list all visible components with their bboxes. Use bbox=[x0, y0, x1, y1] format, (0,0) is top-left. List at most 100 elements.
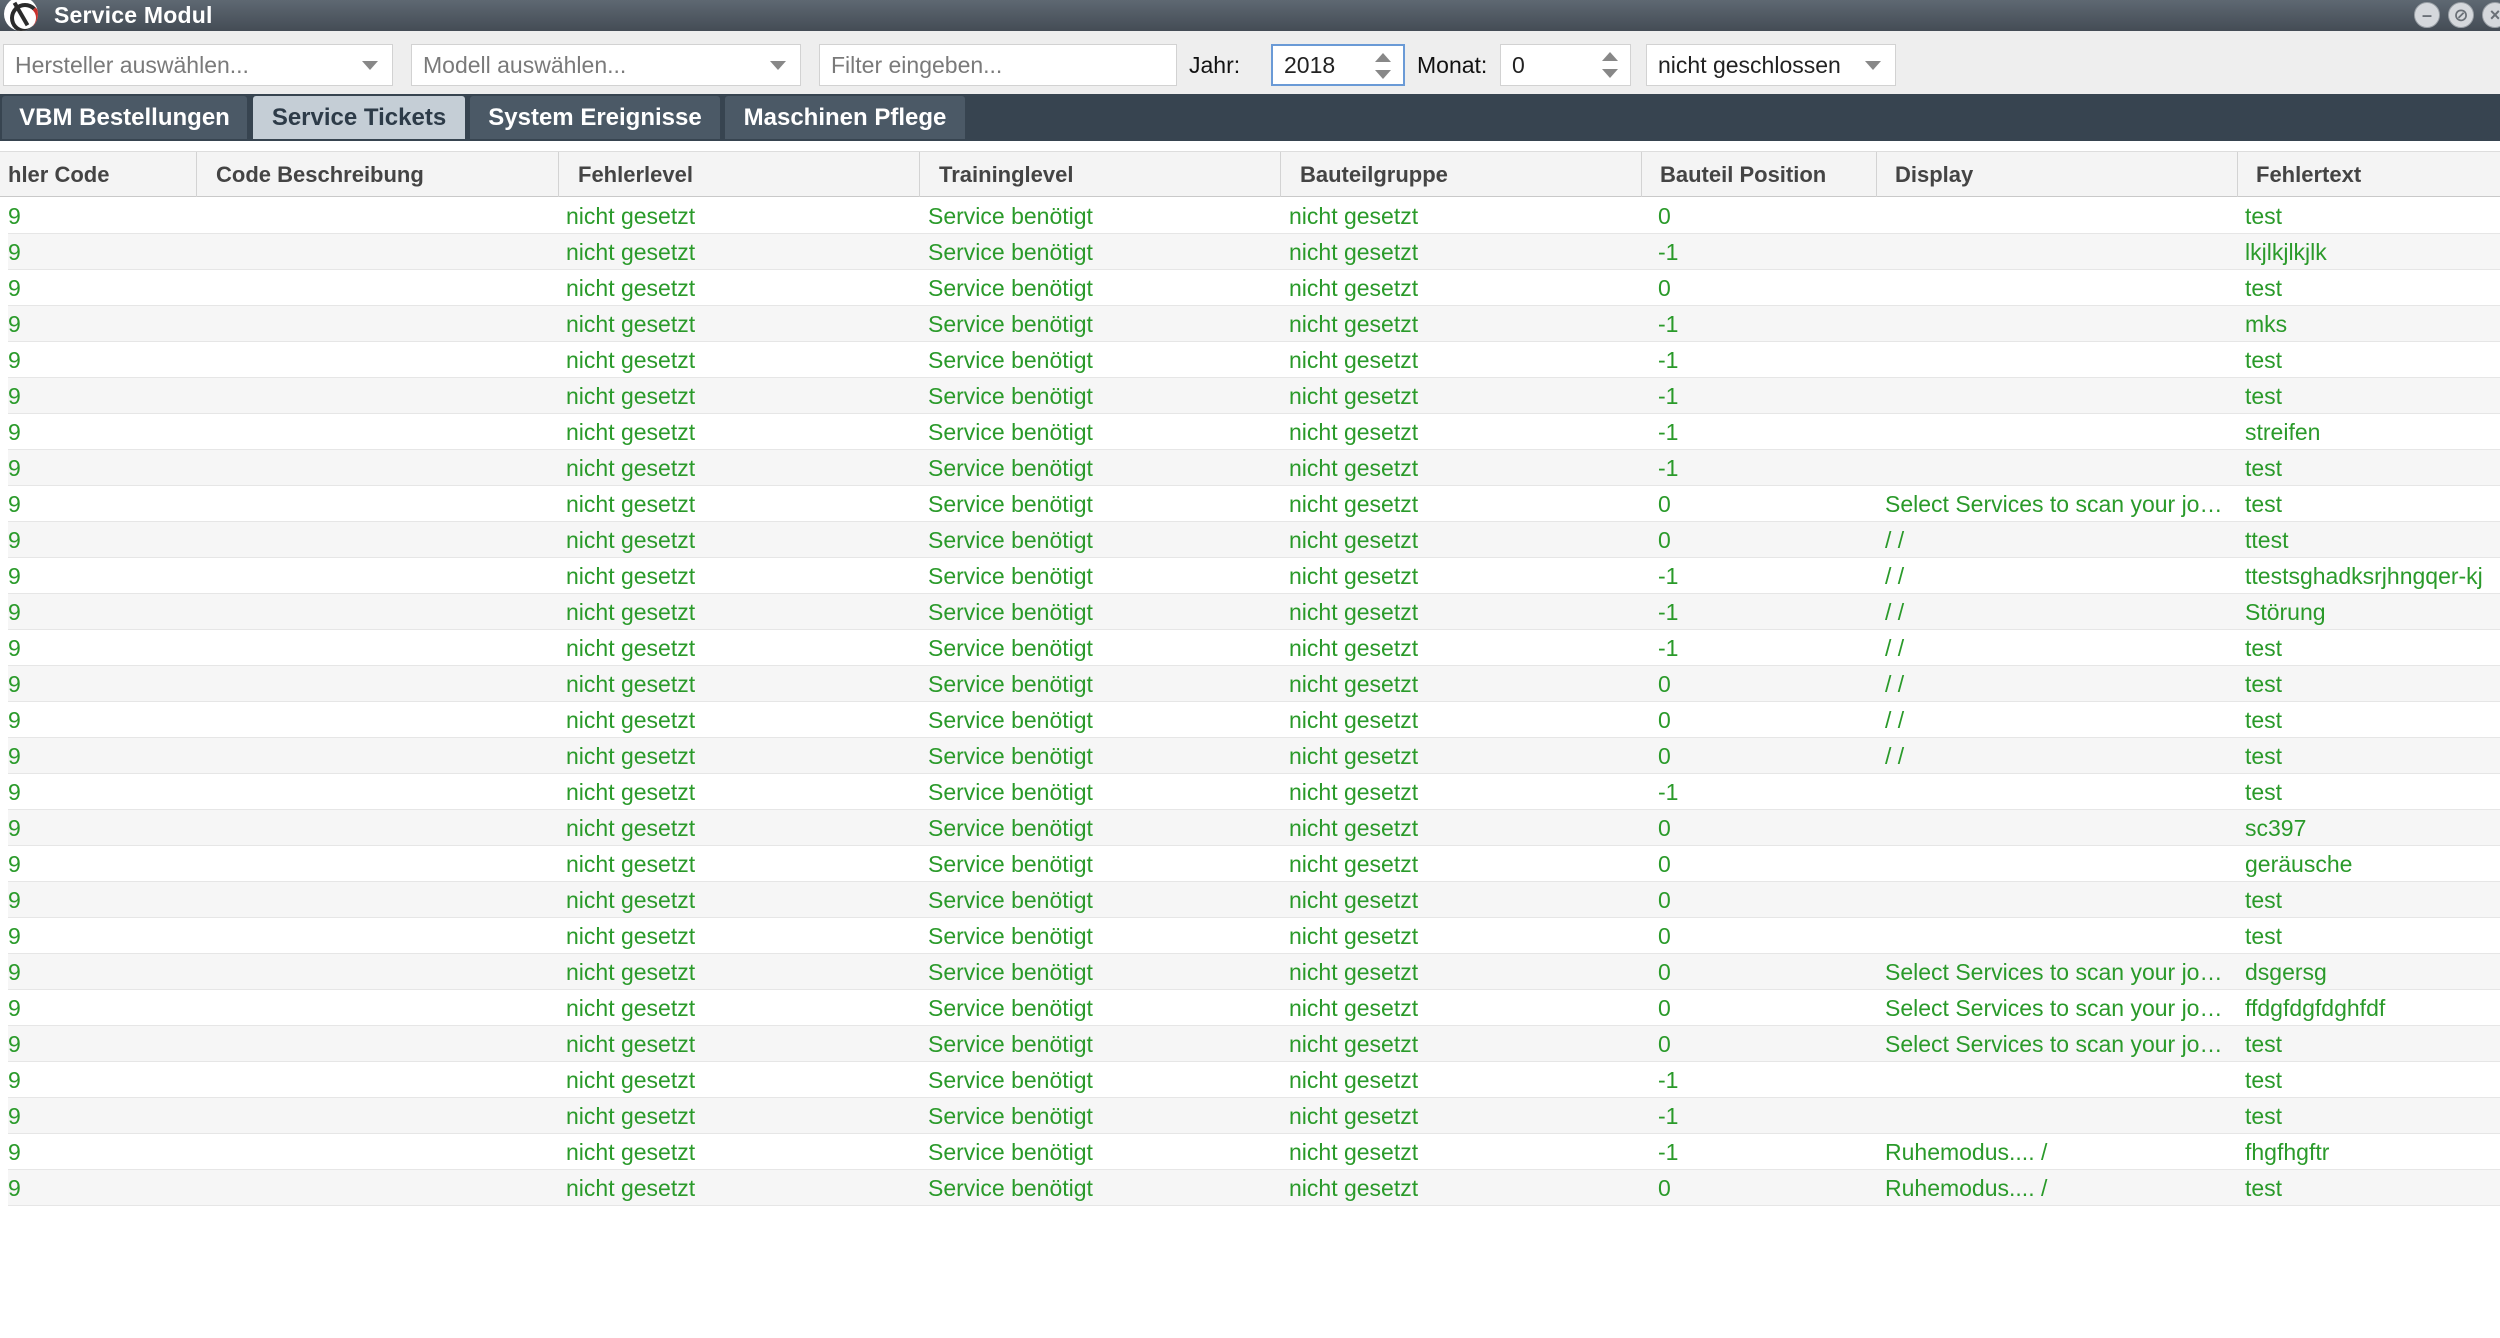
cell-display bbox=[1885, 234, 2240, 269]
cell-component-position: -1 bbox=[1658, 599, 1679, 625]
cell-training-level: Service benötigt bbox=[928, 239, 1093, 265]
cell-code-description bbox=[198, 810, 558, 845]
cell-display: / / bbox=[1885, 635, 1905, 661]
table-row[interactable]: 9 nicht gesetzt Service benötigt nicht gese… bbox=[8, 846, 2500, 882]
cell-error-level: nicht gesetzt bbox=[566, 743, 696, 769]
table-row[interactable]: 9 nicht gesetzt Service benötigt nicht gese… bbox=[8, 810, 2500, 846]
table-row[interactable]: 9 nicht gesetzt Service benötigt nicht gese… bbox=[8, 630, 2500, 666]
table-row[interactable]: 9 nicht gesetzt Service benötigt nicht gese… bbox=[8, 1026, 2500, 1062]
table-row[interactable]: 9 nicht gesetzt Service benötigt nicht gese… bbox=[8, 1062, 2500, 1098]
cell-component-position: -1 bbox=[1658, 779, 1679, 805]
spinner-arrows-icon[interactable] bbox=[1602, 52, 1618, 78]
table-row[interactable]: 9 nicht gesetzt Service benötigt nicht gese… bbox=[8, 666, 2500, 702]
table-row[interactable]: 9 nicht gesetzt Service benötigt nicht gese… bbox=[8, 882, 2500, 918]
cell-component-group: nicht gesetzt bbox=[1289, 383, 1419, 409]
cell-training-level: Service benötigt bbox=[928, 455, 1093, 481]
cell-error-level: nicht gesetzt bbox=[566, 311, 696, 337]
cell-code-description bbox=[198, 1170, 558, 1205]
close-icon[interactable]: × bbox=[2482, 2, 2500, 28]
cell-error-text: Störung bbox=[2245, 599, 2326, 625]
table-row[interactable]: 9 nicht gesetzt Service benötigt nicht gese… bbox=[8, 414, 2500, 450]
cell-display bbox=[1885, 1098, 2240, 1133]
table-row[interactable]: 9 nicht gesetzt Service benötigt nicht gese… bbox=[8, 378, 2500, 414]
minimize-icon[interactable]: – bbox=[2414, 2, 2440, 28]
column-header[interactable]: Display bbox=[1877, 152, 2238, 197]
table-row[interactable]: 9 nicht gesetzt Service benötigt nicht gese… bbox=[8, 738, 2500, 774]
cell-component-position: 0 bbox=[1658, 275, 1671, 301]
table-row[interactable]: 9 nicht gesetzt Service benötigt nicht gese… bbox=[8, 1098, 2500, 1134]
table-row[interactable]: 9 nicht gesetzt Service benötigt nicht gese… bbox=[8, 990, 2500, 1026]
tab-maschinen-pflege[interactable]: Maschinen Pflege bbox=[725, 96, 965, 139]
tab-service-tickets[interactable]: Service Tickets bbox=[253, 96, 465, 139]
column-header[interactable]: Traininglevel bbox=[920, 152, 1281, 197]
column-header[interactable]: Fehlerlevel bbox=[559, 152, 920, 197]
maximize-icon[interactable]: ⊘ bbox=[2448, 2, 2474, 28]
cell-error-text: test bbox=[2245, 383, 2283, 409]
column-header[interactable]: Bauteil Position bbox=[1642, 152, 1877, 197]
table-row[interactable]: 9 nicht gesetzt Service benötigt nicht gese… bbox=[8, 342, 2500, 378]
spinner-arrows-icon[interactable] bbox=[1375, 53, 1391, 79]
cell-code-description bbox=[198, 702, 558, 737]
column-header[interactable]: Fehlertext bbox=[2238, 152, 2500, 197]
table-row[interactable]: 9 nicht gesetzt Service benötigt nicht gese… bbox=[8, 1170, 2500, 1206]
cell-error-level: nicht gesetzt bbox=[566, 491, 696, 517]
cell-code-description bbox=[198, 630, 558, 665]
cell-error-code: 9 bbox=[8, 959, 21, 985]
cell-component-position: 0 bbox=[1658, 959, 1671, 985]
cell-code-description bbox=[198, 1062, 558, 1097]
cell-component-group: nicht gesetzt bbox=[1289, 203, 1419, 229]
title-bar: Service Modul – ⊘ × bbox=[0, 0, 2500, 31]
filter-input[interactable]: Filter eingeben... bbox=[819, 44, 1177, 86]
cell-training-level: Service benötigt bbox=[928, 563, 1093, 589]
table-row[interactable]: 9 nicht gesetzt Service benötigt nicht gese… bbox=[8, 270, 2500, 306]
table-row[interactable]: 9 nicht gesetzt Service benötigt nicht gese… bbox=[8, 234, 2500, 270]
model-select[interactable]: Modell auswählen... bbox=[411, 44, 801, 86]
tab-system-ereignisse[interactable]: System Ereignisse bbox=[470, 96, 720, 139]
column-header[interactable]: Bauteilgruppe bbox=[1281, 152, 1642, 197]
table-row[interactable]: 9 nicht gesetzt Service benötigt nicht gese… bbox=[8, 702, 2500, 738]
month-spinner[interactable]: 0 bbox=[1500, 44, 1631, 86]
tab-vbm-bestellungen[interactable]: VBM Bestellungen bbox=[2, 96, 247, 139]
cell-training-level: Service benötigt bbox=[928, 995, 1093, 1021]
table-row[interactable]: 9 nicht gesetzt Service benötigt nicht gese… bbox=[8, 306, 2500, 342]
cell-component-group: nicht gesetzt bbox=[1289, 779, 1419, 805]
table-row[interactable]: 9 nicht gesetzt Service benötigt nicht gese… bbox=[8, 486, 2500, 522]
cell-training-level: Service benötigt bbox=[928, 851, 1093, 877]
status-select-value: nicht geschlossen bbox=[1658, 51, 1841, 78]
cell-training-level: Service benötigt bbox=[928, 491, 1093, 517]
year-spinner[interactable]: 2018 bbox=[1271, 44, 1405, 86]
status-select[interactable]: nicht geschlossen bbox=[1646, 44, 1896, 86]
cell-code-description bbox=[198, 738, 558, 773]
filter-input-placeholder: Filter eingeben... bbox=[831, 51, 1003, 78]
cell-error-level: nicht gesetzt bbox=[566, 599, 696, 625]
table-row[interactable]: 9 nicht gesetzt Service benötigt nicht gese… bbox=[8, 198, 2500, 234]
table-row[interactable]: 9 nicht gesetzt Service benötigt nicht gese… bbox=[8, 954, 2500, 990]
cell-component-position: -1 bbox=[1658, 455, 1679, 481]
column-header[interactable]: Code Beschreibung bbox=[197, 152, 559, 197]
cell-error-code: 9 bbox=[8, 275, 21, 301]
manufacturer-select[interactable]: Hersteller auswählen... bbox=[3, 44, 393, 86]
cell-component-position: 0 bbox=[1658, 743, 1671, 769]
cell-display bbox=[1885, 198, 2240, 233]
table-row[interactable]: 9 nicht gesetzt Service benötigt nicht gese… bbox=[8, 918, 2500, 954]
app-logo-icon bbox=[4, 0, 38, 31]
cell-error-level: nicht gesetzt bbox=[566, 455, 696, 481]
cell-error-text: test bbox=[2245, 275, 2283, 301]
cell-display: / / bbox=[1885, 527, 1905, 553]
cell-error-level: nicht gesetzt bbox=[566, 995, 696, 1021]
cell-error-code: 9 bbox=[8, 203, 21, 229]
column-header[interactable]: hler Code bbox=[0, 152, 197, 197]
table-row[interactable]: 9 nicht gesetzt Service benötigt nicht gese… bbox=[8, 1134, 2500, 1170]
table-row[interactable]: 9 nicht gesetzt Service benötigt nicht gese… bbox=[8, 774, 2500, 810]
table-row[interactable]: 9 nicht gesetzt Service benötigt nicht gese… bbox=[8, 558, 2500, 594]
cell-error-code: 9 bbox=[8, 1067, 21, 1093]
cell-component-position: -1 bbox=[1658, 311, 1679, 337]
cell-training-level: Service benötigt bbox=[928, 1139, 1093, 1165]
cell-component-position: 0 bbox=[1658, 887, 1671, 913]
cell-error-text: test bbox=[2245, 1031, 2283, 1057]
cell-component-position: 0 bbox=[1658, 1175, 1671, 1201]
cell-component-group: nicht gesetzt bbox=[1289, 1067, 1419, 1093]
table-row[interactable]: 9 nicht gesetzt Service benötigt nicht gese… bbox=[8, 450, 2500, 486]
table-row[interactable]: 9 nicht gesetzt Service benötigt nicht gese… bbox=[8, 594, 2500, 630]
table-row[interactable]: 9 nicht gesetzt Service benötigt nicht gese… bbox=[8, 522, 2500, 558]
